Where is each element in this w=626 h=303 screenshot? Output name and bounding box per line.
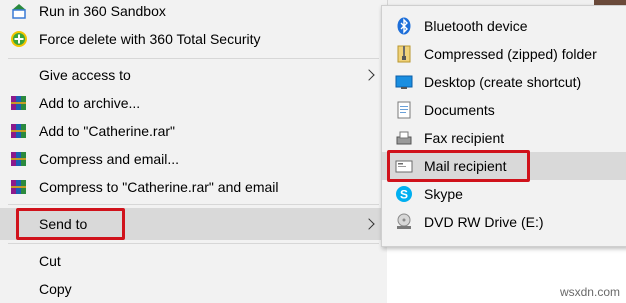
svg-text:S: S — [400, 188, 408, 202]
submenu-item-documents[interactable]: Documents — [382, 96, 626, 124]
zip-folder-icon — [394, 44, 414, 64]
menu-item-cut[interactable]: Cut — [0, 247, 387, 275]
submenu-item-label: Documents — [424, 102, 495, 118]
send-to-highlight-box — [16, 208, 125, 240]
submenu-item-label: Desktop (create shortcut) — [424, 74, 582, 90]
submenu-item-desktop[interactable]: Desktop (create shortcut) — [382, 68, 626, 96]
menu-item-label: Compress to "Catherine.rar" and email — [39, 179, 279, 195]
menu-item-label: Cut — [39, 253, 61, 269]
chevron-right-icon — [363, 218, 375, 230]
menu-item-label: Copy — [39, 281, 72, 297]
fax-icon — [394, 128, 414, 148]
menu-item-compress-to-rar-and-email[interactable]: Compress to "Catherine.rar" and email — [0, 173, 387, 201]
watermark-text: wsxdn.com — [559, 285, 620, 299]
winrar-icon — [9, 149, 29, 169]
menu-item-label: Give access to — [39, 67, 131, 83]
menu-separator — [8, 58, 379, 59]
bluetooth-icon — [394, 16, 414, 36]
submenu-item-label: DVD RW Drive (E:) — [424, 214, 544, 230]
submenu-item-label: Fax recipient — [424, 130, 505, 146]
menu-item-label: Force delete with 360 Total Security — [39, 31, 261, 47]
sandbox-icon — [9, 1, 29, 21]
menu-item-label: Compress and email... — [39, 151, 180, 167]
menu-item-give-access-to[interactable]: Give access to — [0, 61, 387, 89]
send-to-submenu: Bluetooth device Compressed (zipped) fol… — [381, 5, 626, 247]
submenu-item-dvd-drive[interactable]: DVD RW Drive (E:) — [382, 208, 626, 236]
winrar-icon — [9, 121, 29, 141]
submenu-item-zip-folder[interactable]: Compressed (zipped) folder — [382, 40, 626, 68]
dvd-drive-icon — [394, 212, 414, 232]
submenu-item-fax[interactable]: Fax recipient — [382, 124, 626, 152]
winrar-icon — [9, 177, 29, 197]
submenu-item-label: Skype — [424, 186, 463, 202]
chevron-right-icon — [363, 69, 375, 81]
context-menu: Run in 360 Sandbox Force delete with 360… — [0, 0, 388, 303]
menu-item-label: Add to "Catherine.rar" — [39, 123, 176, 139]
skype-icon: S — [394, 184, 414, 204]
submenu-item-skype[interactable]: S Skype — [382, 180, 626, 208]
menu-item-compress-and-email[interactable]: Compress and email... — [0, 145, 387, 173]
menu-item-force-delete[interactable]: Force delete with 360 Total Security — [0, 25, 387, 53]
submenu-item-label: Compressed (zipped) folder — [424, 46, 597, 62]
submenu-item-bluetooth[interactable]: Bluetooth device — [382, 12, 626, 40]
plus-shield-icon — [9, 29, 29, 49]
menu-item-label: Run in 360 Sandbox — [39, 3, 166, 19]
menu-item-copy[interactable]: Copy — [0, 275, 387, 303]
desktop-icon — [394, 72, 414, 92]
winrar-icon — [9, 93, 29, 113]
menu-item-add-to-archive[interactable]: Add to archive... — [0, 89, 387, 117]
mail-recipient-highlight-box — [387, 150, 530, 182]
menu-item-run-in-sandbox[interactable]: Run in 360 Sandbox — [0, 0, 387, 25]
documents-icon — [394, 100, 414, 120]
submenu-item-label: Bluetooth device — [424, 18, 528, 34]
menu-item-label: Add to archive... — [39, 95, 141, 111]
menu-separator — [8, 243, 379, 244]
menu-separator — [8, 204, 379, 205]
menu-item-add-to-rar[interactable]: Add to "Catherine.rar" — [0, 117, 387, 145]
